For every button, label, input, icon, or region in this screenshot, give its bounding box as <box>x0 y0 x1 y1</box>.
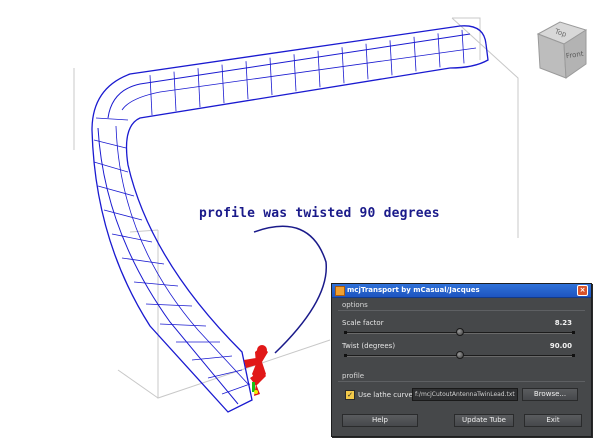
tube-rib-line <box>133 281 179 287</box>
tube-rib-line <box>97 185 135 197</box>
tube-rib-line <box>159 323 207 327</box>
scale-slider-max-tick <box>572 331 575 334</box>
view-cube[interactable]: Top Front <box>528 12 594 82</box>
tube-rib-line <box>145 303 193 307</box>
lathe-checkbox-label[interactable]: Use lathe curve <box>358 391 413 399</box>
annotation-text: profile was twisted 90 degrees <box>199 206 440 221</box>
tube-rib-line <box>221 64 225 104</box>
lathe-path-field[interactable]: f:/mcjCutoutAntennaTwinLead.txt <box>412 388 518 401</box>
app-icon <box>335 286 345 296</box>
tube-rib-line <box>103 209 143 221</box>
dialog-title: mcjTransport by mCasual/Jacques <box>347 286 480 294</box>
profile-marker-figure <box>244 345 268 396</box>
browse-button[interactable]: Browse... <box>522 388 578 401</box>
tube-rib-line <box>111 233 153 243</box>
tube-rib-line <box>149 75 153 116</box>
tube-rib-line <box>191 355 233 361</box>
tube-rib-line <box>317 50 321 88</box>
checkmark-icon: ✓ <box>347 391 353 399</box>
scale-value: 8.23 <box>554 319 572 327</box>
twist-slider-max-tick <box>572 354 575 357</box>
tube-rib-line <box>93 161 129 173</box>
close-icon[interactable]: × <box>577 285 588 296</box>
twist-slider-thumb[interactable] <box>456 351 464 359</box>
twist-slider-min-tick <box>344 354 347 357</box>
options-group-divider <box>338 310 585 311</box>
twist-label: Twist (degrees) <box>342 342 396 350</box>
help-button[interactable]: Help <box>342 414 418 427</box>
tube-rib-line <box>93 139 127 149</box>
transport-dialog: mcjTransport by mCasual/Jacques × option… <box>331 283 592 437</box>
update-tube-button[interactable]: Update Tube <box>454 414 514 427</box>
dialog-titlebar[interactable]: mcjTransport by mCasual/Jacques × <box>332 284 591 298</box>
scale-label: Scale factor <box>342 319 384 327</box>
twist-value: 90.00 <box>549 342 572 350</box>
profile-group-divider <box>338 381 585 382</box>
tube-rib-line <box>95 117 129 121</box>
scale-slider-thumb[interactable] <box>456 328 464 336</box>
annotation-arrow <box>253 225 327 354</box>
options-group-label: options <box>342 301 368 309</box>
tube-rib-line <box>173 71 177 112</box>
scale-slider-min-tick <box>344 331 347 334</box>
tube-rib-line <box>197 68 201 108</box>
exit-button[interactable]: Exit <box>524 414 582 427</box>
profile-group-label: profile <box>342 372 365 380</box>
lathe-checkbox[interactable]: ✓ <box>345 390 355 400</box>
